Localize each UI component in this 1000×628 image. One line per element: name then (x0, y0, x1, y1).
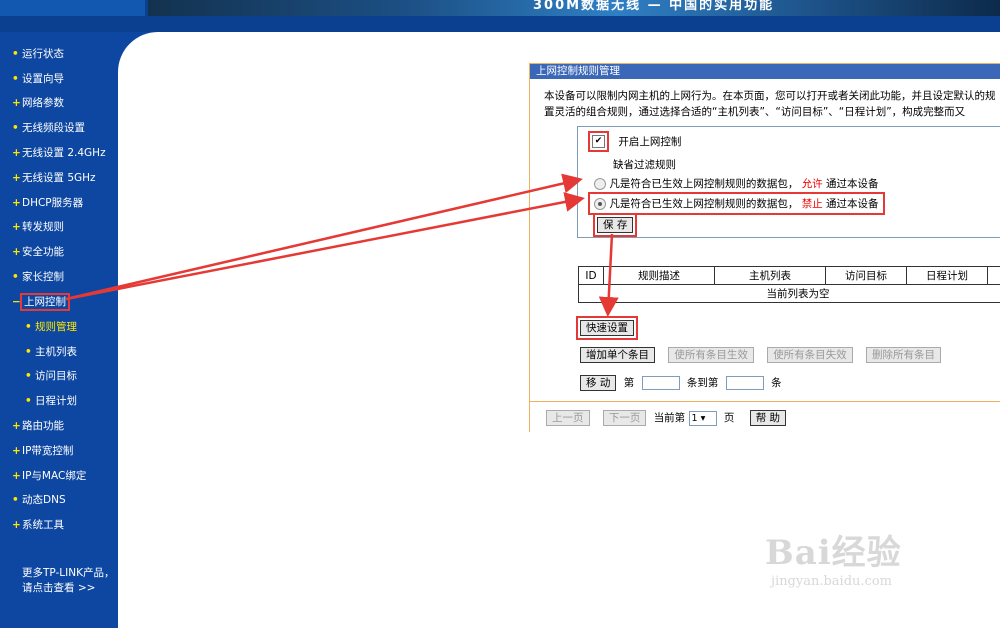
enable-access-control-checkbox[interactable]: ✔ (592, 135, 605, 148)
pagination-bar: 上一页 下一页 当前第 1 ▾ 页 帮 助 (530, 401, 1000, 432)
banner-slogan: 300M数据无线 — 中国的实用功能 (533, 0, 775, 13)
sidebar-item-network[interactable]: +网络参数 (12, 95, 64, 110)
table-row: 当前列表为空 (578, 284, 1000, 303)
watermark-brand: Bai经验 (765, 533, 902, 573)
quick-setup-button[interactable]: 快速设置 (580, 320, 634, 336)
sidebar-item-parental[interactable]: • 家长控制 (12, 269, 64, 284)
move-button[interactable]: 移 动 (580, 375, 617, 391)
logo-area (0, 0, 145, 16)
sidebar-subitem-rule-management[interactable]: • 规则管理 (25, 319, 77, 334)
banner-strip: 300M数据无线 — 中国的实用功能 (148, 0, 1000, 16)
sidebar-item-bandwidth[interactable]: +IP带宽控制 (12, 443, 73, 458)
sidebar-subitem-access-target[interactable]: • 访问目标 (25, 368, 77, 383)
sidebar-item-wireless-24[interactable]: +无线设置 2.4GHz (12, 145, 106, 160)
move-to-input[interactable] (725, 376, 764, 390)
save-button[interactable]: 保 存 (597, 217, 634, 233)
rules-table: ID 规则描述 主机列表 访问目标 日程计划 当前列表为空 (578, 266, 1000, 303)
page-select[interactable]: 1 ▾ (688, 410, 717, 426)
sidebar-item-wireless-5[interactable]: +无线设置 5GHz (12, 170, 96, 185)
sidebar-item-dhcp[interactable]: +DHCP服务器 (12, 195, 83, 210)
sidebar-item-security[interactable]: +安全功能 (12, 244, 64, 259)
default-rule-label: 缺省过滤规则 (613, 159, 676, 171)
sidebar-item-wireless-band[interactable]: • 无线频段设置 (12, 120, 85, 135)
sidebar-subitem-host-list[interactable]: • 主机列表 (25, 344, 77, 359)
watermark-url: jingyan.baidu.com (771, 574, 892, 589)
description-line-1: 本设备可以限制内网主机的上网行为。在本页面，您可以打开或者关闭此功能，并且设定默… (544, 90, 996, 102)
move-from-input[interactable] (641, 376, 680, 390)
sidebar-item-system-tools[interactable]: +系统工具 (12, 517, 64, 532)
empty-list-text: 当前列表为空 (578, 284, 1000, 303)
header-host-list: 主机列表 (714, 266, 826, 285)
header-id: ID (578, 266, 604, 285)
enable-all-button[interactable]: 使所有条目生效 (668, 347, 754, 363)
add-entry-button[interactable]: 增加单个条目 (580, 347, 655, 363)
sidebar-item-ddns[interactable]: • 动态DNS (12, 492, 66, 507)
delete-all-button[interactable]: 删除所有条目 (866, 347, 942, 363)
sidebar-item-wizard[interactable]: • 设置向导 (12, 71, 64, 86)
disable-all-button[interactable]: 使所有条目失效 (767, 347, 853, 363)
allow-rule-row: 凡是符合已生效上网控制规则的数据包， 允许 通过本设备 (594, 176, 879, 191)
description-line-2: 置灵活的组合规则，通过选择合适的“主机列表”、“访问目标”、“日程计划”，构成完… (544, 106, 966, 118)
table-header-row: ID 规则描述 主机列表 访问目标 日程计划 (578, 266, 1000, 285)
header-description: 规则描述 (603, 266, 715, 285)
sidebar-item-routing[interactable]: +路由功能 (12, 418, 64, 433)
settings-box: ✔ 开启上网控制 缺省过滤规则 凡是符合已生效上网控制规则的数据包， 允许 通过… (577, 126, 1000, 238)
deny-radio[interactable] (594, 198, 606, 210)
header-schedule: 日程计划 (906, 266, 988, 285)
header-access-target: 访问目标 (825, 266, 907, 285)
more-products-link[interactable]: 更多TP-LINK产品， 请点击查看 >> (22, 566, 115, 596)
top-banner: 300M数据无线 — 中国的实用功能 (0, 0, 1000, 32)
prev-page-button[interactable]: 上一页 (546, 410, 590, 426)
next-page-button[interactable]: 下一页 (602, 410, 647, 426)
rule-management-panel: 上网控制规则管理 本设备可以限制内网主机的上网行为。在本页面，您可以打开或者关闭… (529, 63, 1000, 432)
sidebar: • 运行状态 • 设置向导 +网络参数 • 无线频段设置 +无线设置 2.4GHz +… (0, 32, 118, 628)
sidebar-item-ip-mac[interactable]: +IP与MAC绑定 (12, 468, 86, 483)
panel-title: 上网控制规则管理 (530, 64, 1000, 79)
sidebar-subitem-schedule[interactable]: • 日程计划 (25, 393, 77, 408)
allow-radio[interactable] (594, 178, 606, 190)
sidebar-item-access-control[interactable]: − 上网控制 (12, 293, 70, 311)
watermark: Bai经验 jingyan.baidu.com (765, 525, 902, 589)
enable-access-control-label: 开启上网控制 (618, 135, 682, 148)
sidebar-item-forwarding[interactable]: +转发规则 (12, 219, 64, 234)
deny-rule-row: 凡是符合已生效上网控制规则的数据包， 禁止 通过本设备 (588, 192, 885, 215)
help-button[interactable]: 帮 助 (749, 410, 787, 426)
sidebar-item-status[interactable]: • 运行状态 (12, 46, 64, 61)
